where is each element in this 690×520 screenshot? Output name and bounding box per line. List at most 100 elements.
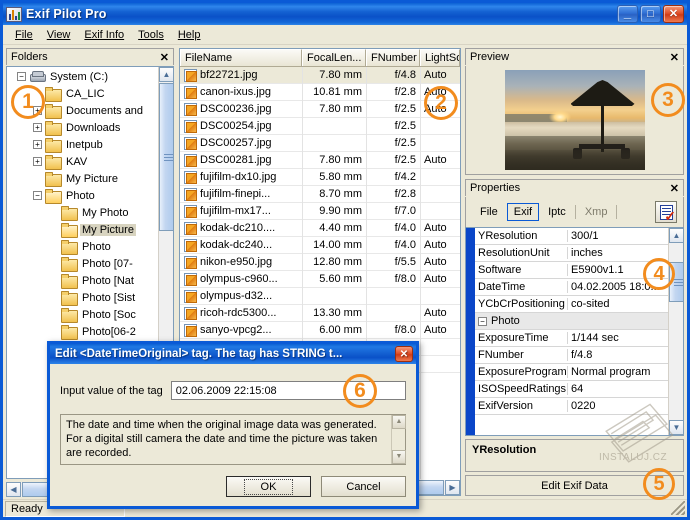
expand-icon[interactable]: + <box>33 123 42 132</box>
table-row[interactable]: fujifilm-mx17... 9.90 mm f/7.0 <box>180 203 460 220</box>
properties-row[interactable]: FNumber f/4.8 <box>475 347 668 364</box>
properties-group-row[interactable]: − Photo <box>475 313 668 330</box>
folder-tree-item[interactable]: − Photo <box>7 187 158 204</box>
table-row[interactable]: fujifilm-finepi... 8.70 mm f/2.8 <box>180 186 460 203</box>
folder-tree-item[interactable]: Photo [07- <box>7 255 158 272</box>
file-list-header[interactable]: FileNameFocalLen...FNumberLightSource <box>180 49 460 67</box>
properties-row[interactable]: Software E5900v1.1 <box>475 262 668 279</box>
folder-tree-item[interactable]: Photo [Nat <box>7 272 158 289</box>
table-row[interactable]: kodak-dc210.... 4.40 mm f/4.0 Auto <box>180 220 460 237</box>
table-row[interactable]: DSC00236.jpg 7.80 mm f/2.5 Auto <box>180 101 460 118</box>
properties-row[interactable]: YResolution 300/1 <box>475 228 668 245</box>
dialog-scroll-down-icon[interactable]: ▼ <box>392 450 406 464</box>
minimize-button[interactable]: _ <box>617 5 638 23</box>
folder-tree-item[interactable]: Photo [Sist <box>7 289 158 306</box>
folder-tree-item[interactable]: Photo <box>7 238 158 255</box>
tab-xmp[interactable]: Xmp <box>579 204 614 220</box>
file-hscroll-right-icon[interactable]: ▶ <box>445 480 460 495</box>
tab-exif[interactable]: Exif <box>506 203 540 221</box>
table-row[interactable]: nikon-e950.jpg 12.80 mm f/5.5 Auto <box>180 254 460 271</box>
drive-icon <box>29 70 46 83</box>
collapse-icon[interactable]: − <box>33 191 42 200</box>
folder-tree-scroll-thumb[interactable] <box>159 83 173 231</box>
file-list-column-header[interactable]: FNumber <box>366 49 420 66</box>
table-row[interactable]: canon-ixus.jpg 10.81 mm f/2.8 Auto <box>180 84 460 101</box>
table-row[interactable]: fujifilm-dx10.jpg 5.80 mm f/4.2 <box>180 169 460 186</box>
preview-close-icon[interactable]: ✕ <box>670 51 679 64</box>
table-row[interactable]: olympus-d32... <box>180 288 460 305</box>
table-row[interactable]: sanyo-vpcg2... 6.00 mm f/8.0 Auto <box>180 322 460 339</box>
properties-grid-rows[interactable]: YResolution 300/1 ResolutionUnit inches Soft… <box>475 228 668 435</box>
file-list-column-header[interactable]: LightSource <box>420 49 460 66</box>
collapse-icon[interactable]: − <box>17 72 26 81</box>
folder-tree-item-label: My Photo <box>82 206 129 219</box>
table-row[interactable]: bf22721.jpg 7.80 mm f/4.8 Auto <box>180 67 460 84</box>
properties-close-icon[interactable]: ✕ <box>670 182 679 195</box>
properties-row[interactable]: ExposureTime 1/144 sec <box>475 330 668 347</box>
table-row[interactable]: ricoh-rdc5300... 13.30 mm Auto <box>180 305 460 322</box>
file-list-column-header[interactable]: FocalLen... <box>302 49 366 66</box>
hscroll-left-icon[interactable]: ◀ <box>6 482 21 497</box>
menu-view[interactable]: View <box>40 27 78 43</box>
table-row[interactable]: DSC00254.jpg f/2.5 <box>180 118 460 135</box>
dialog-ok-button[interactable]: OK <box>226 476 311 497</box>
properties-grid[interactable]: YResolution 300/1 ResolutionUnit inches Soft… <box>465 227 684 436</box>
menu-tools[interactable]: Tools <box>131 27 171 43</box>
properties-row[interactable]: DateTime 04.02.2005 18:0... <box>475 279 668 296</box>
tree-connector <box>49 229 58 230</box>
collapse-icon[interactable]: − <box>478 316 487 326</box>
table-row[interactable]: olympus-c960... 5.60 mm f/8.0 Auto <box>180 271 460 288</box>
folder-tree-item[interactable]: + KAV <box>7 153 158 170</box>
file-name-text: fujifilm-finepi... <box>200 188 271 200</box>
focal-length-cell: 12.80 mm <box>313 256 362 268</box>
dialog-close-icon[interactable]: ✕ <box>395 346 413 362</box>
main-window-frame: Exif Pilot Pro _ □ ✕ File View Exif Info… <box>0 0 690 520</box>
folder-tree-item[interactable]: My Photo <box>7 204 158 221</box>
dialog-description-scrollbar[interactable]: ▲ ▼ <box>391 415 406 464</box>
folder-tree-item-label: My Picture <box>80 223 136 236</box>
selected-tag-label: YResolution <box>465 439 684 472</box>
menu-exif-info[interactable]: Exif Info <box>77 27 131 43</box>
folder-tree-item[interactable]: + Inetpub <box>7 136 158 153</box>
tab-file[interactable]: File <box>474 204 504 220</box>
folder-tree-item[interactable]: My Picture <box>7 170 158 187</box>
preview-panel: Preview ✕ <box>465 48 684 175</box>
expand-icon[interactable]: + <box>33 157 42 166</box>
folder-tree-item[interactable]: Photo [Soc <box>7 306 158 323</box>
properties-row[interactable]: YCbCrPositioning co-sited <box>475 296 668 313</box>
properties-vscrollbar[interactable]: ▲ ▼ <box>668 228 683 435</box>
properties-row[interactable]: ResolutionUnit inches <box>475 245 668 262</box>
folder-tree-item[interactable]: Photo[06-2 <box>7 323 158 340</box>
dialog-description-text: The date and time when the original imag… <box>66 419 378 459</box>
file-name-cell: kodak-dc210.... <box>180 221 302 235</box>
menu-file[interactable]: File <box>8 27 40 43</box>
scroll-up-icon[interactable]: ▲ <box>159 67 173 82</box>
properties-scroll-up-icon[interactable]: ▲ <box>669 228 683 243</box>
fnumber-cell: f/2.5 <box>394 103 416 115</box>
table-row[interactable]: DSC00281.jpg 7.80 mm f/2.5 Auto <box>180 152 460 169</box>
properties-row[interactable]: ISOSpeedRatings 64 <box>475 381 668 398</box>
folder-tree-item[interactable]: My Picture <box>7 221 158 238</box>
jpeg-file-icon <box>184 221 197 235</box>
property-key: FNumber <box>475 349 568 361</box>
property-key: ResolutionUnit <box>475 247 568 259</box>
resize-grip-icon[interactable] <box>671 501 685 515</box>
tab-iptc[interactable]: Iptc <box>542 204 572 220</box>
table-row[interactable]: kodak-dc240... 14.00 mm f/4.0 Auto <box>180 237 460 254</box>
expand-icon[interactable]: + <box>33 140 42 149</box>
folder-tree-item[interactable]: − System (C:) <box>7 68 158 85</box>
dialog-scroll-up-icon[interactable]: ▲ <box>392 415 406 429</box>
menu-help[interactable]: Help <box>171 27 208 43</box>
close-button[interactable]: ✕ <box>663 5 684 23</box>
properties-row[interactable]: ExifVersion 0220 <box>475 398 668 415</box>
edit-tags-icon[interactable]: ✓ <box>655 201 677 223</box>
maximize-button[interactable]: □ <box>640 5 661 23</box>
folders-close-icon[interactable]: ✕ <box>160 51 169 64</box>
folder-tree-item[interactable]: + Downloads <box>7 119 158 136</box>
properties-row[interactable]: ExposureProgram Normal program <box>475 364 668 381</box>
dialog-cancel-button[interactable]: Cancel <box>321 476 406 497</box>
properties-scroll-down-icon[interactable]: ▼ <box>669 420 683 435</box>
table-row[interactable]: DSC00257.jpg f/2.5 <box>180 135 460 152</box>
tree-connector <box>33 178 42 179</box>
file-list-column-header[interactable]: FileName <box>180 49 302 66</box>
